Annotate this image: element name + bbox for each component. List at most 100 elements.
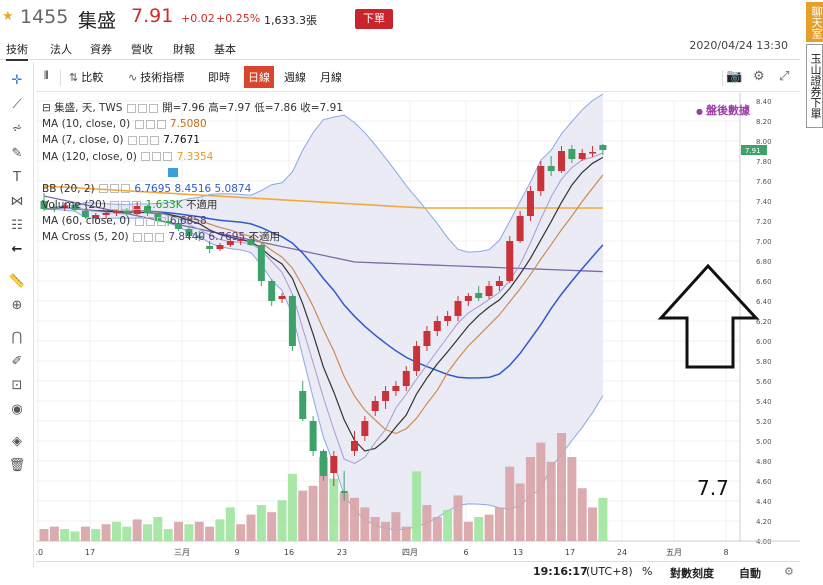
volume-bar xyxy=(422,505,432,541)
tab-revenue[interactable]: 營收 xyxy=(131,41,153,57)
legend-ma60-settings-icon[interactable] xyxy=(145,216,155,226)
legend-volume-close-icon[interactable] xyxy=(132,200,142,210)
eye-icon[interactable]: ◉ xyxy=(8,401,26,419)
legend-bb-label: BB (20, 2) xyxy=(42,182,95,195)
lock-drawing-icon[interactable]: ✐ xyxy=(8,353,26,371)
layers-icon[interactable]: ◈ xyxy=(8,433,26,451)
tab-technical[interactable]: 技術 xyxy=(6,41,28,61)
y-tick-label: 4.40 xyxy=(756,498,772,506)
broker-order-button[interactable]: 玉山證券下單 xyxy=(806,44,823,128)
legend-ma120-settings-icon[interactable] xyxy=(152,152,162,162)
pattern-icon[interactable]: ⋈ xyxy=(8,193,26,211)
legend-ma10-eye-icon[interactable] xyxy=(134,119,144,129)
magnet-icon[interactable]: ⋂ xyxy=(8,329,26,347)
text-tool-icon[interactable]: T xyxy=(8,169,26,187)
legend-ma120-eye-icon[interactable] xyxy=(141,152,151,162)
volume-bar xyxy=(381,521,391,541)
after-hours-badge[interactable]: 盤後數據 xyxy=(696,102,750,118)
camera-icon[interactable]: 📷 xyxy=(726,69,742,84)
volume-bar xyxy=(122,526,132,541)
legend-ma120-close-icon[interactable] xyxy=(163,152,173,162)
legend-ma120: MA (120, close, 0) 7.3354 xyxy=(42,149,343,165)
legend-volume-eye-icon[interactable] xyxy=(110,200,120,210)
interval-weekly[interactable]: 週線 xyxy=(284,69,306,85)
price-chart[interactable]: 8.40 8.20 8.00 7.80 7.60 7.40 7.20 7.00 6.80 6.60… xyxy=(36,93,800,567)
y-tick-label: 4.20 xyxy=(756,518,772,526)
quote-header: ★ 1455 集盛 7.91 +0.02 +0.25% 1,633.3張 下單 xyxy=(0,0,800,38)
prediction-icon[interactable]: ☷ xyxy=(8,217,26,235)
x-tick-label: 6 xyxy=(463,548,468,557)
legend-hidden-row xyxy=(42,165,343,181)
trendline-icon[interactable]: ⟋ xyxy=(8,96,26,114)
legend-macross-settings-icon[interactable] xyxy=(143,232,153,242)
y-tick-label: 5.00 xyxy=(756,438,772,446)
tab-institutional[interactable]: 法人 xyxy=(50,41,72,57)
legend-macross-eye-icon[interactable] xyxy=(132,232,142,242)
compare-icon: ⇅ xyxy=(69,71,79,84)
volume-bar xyxy=(101,524,111,541)
favorite-star-icon[interactable]: ★ xyxy=(2,9,14,24)
volume-bar xyxy=(598,497,608,541)
interval-daily[interactable]: 日線 xyxy=(244,66,274,88)
interval-intraday[interactable]: 即時 xyxy=(208,69,230,85)
percent-scale-toggle[interactable]: % xyxy=(642,565,652,578)
volume-bar xyxy=(132,519,142,541)
volume-bar xyxy=(494,507,504,541)
volume-bar xyxy=(412,471,422,541)
volume-bar xyxy=(236,524,246,541)
toolbar-divider xyxy=(60,70,61,86)
volume-bar xyxy=(577,488,587,541)
auto-scale-toggle[interactable]: 自動 xyxy=(739,565,761,581)
chatroom-button[interactable]: 聊天室 xyxy=(806,2,823,42)
legend-ma7-settings-icon[interactable] xyxy=(138,135,148,145)
legend-close-icon[interactable] xyxy=(148,103,158,113)
back-arrow-icon[interactable]: ← xyxy=(8,241,26,259)
tab-financials[interactable]: 財報 xyxy=(173,41,195,57)
y-tick-label: 5.60 xyxy=(756,378,772,386)
tab-basic[interactable]: 基本 xyxy=(214,41,236,57)
fullscreen-icon[interactable]: ⤢ xyxy=(779,69,789,84)
indicators-button[interactable]: ∿ 技術指標 xyxy=(128,69,184,85)
legend-bb-eye-icon[interactable] xyxy=(99,184,108,194)
legend-ma60-close-icon[interactable] xyxy=(156,216,166,226)
volume-bar xyxy=(453,495,463,541)
stock-name: 集盛 xyxy=(78,10,117,32)
legend-hidden-eye-icon[interactable] xyxy=(168,168,178,178)
legend-ma10-close-icon[interactable] xyxy=(156,119,166,129)
legend-ma10-settings-icon[interactable] xyxy=(145,119,155,129)
settings-gear-icon[interactable]: ⚙ xyxy=(753,69,765,84)
crosshair-icon[interactable]: ✛ xyxy=(8,72,26,90)
legend-bb-settings-icon[interactable] xyxy=(110,184,119,194)
legend-volume-na: 不適用 xyxy=(185,199,218,212)
log-scale-toggle[interactable]: 對數刻度 xyxy=(670,565,714,581)
status-settings-icon[interactable]: ⚙ xyxy=(784,565,794,578)
candle-body xyxy=(392,386,400,391)
compare-button[interactable]: ⇅ 比較 xyxy=(69,69,103,85)
legend-toggle-icon[interactable]: ⊟ xyxy=(42,102,51,114)
unlock-icon[interactable]: ⊡ xyxy=(8,377,26,395)
legend-settings-icon[interactable] xyxy=(137,103,147,113)
trash-icon[interactable]: 🗑 xyxy=(8,457,26,475)
brush-icon[interactable]: ✎ xyxy=(8,145,26,163)
legend-ma60-eye-icon[interactable] xyxy=(134,216,144,226)
legend-bb-close-icon[interactable] xyxy=(121,184,130,194)
zoom-in-icon[interactable]: ⊕ xyxy=(8,297,26,315)
legend-ma7-eye-icon[interactable] xyxy=(127,135,137,145)
volume-bar xyxy=(505,466,515,541)
fib-tool-icon[interactable]: ⩫ xyxy=(8,120,26,138)
order-button[interactable]: 下單 xyxy=(355,9,393,29)
candle-body xyxy=(547,166,555,171)
candle-body xyxy=(444,316,452,321)
legend-eye-icon[interactable] xyxy=(126,103,136,113)
candle-body xyxy=(423,331,431,346)
interval-monthly[interactable]: 月線 xyxy=(320,69,342,85)
legend-macross-close-icon[interactable] xyxy=(154,232,164,242)
chart-style-icon[interactable]: ⫴ xyxy=(44,69,49,83)
ruler-icon[interactable]: 📏 xyxy=(8,273,26,291)
tab-margin[interactable]: 資券 xyxy=(90,41,112,57)
candle-body xyxy=(537,166,545,191)
candle-body xyxy=(516,216,524,241)
legend-ma7-close-icon[interactable] xyxy=(149,135,159,145)
legend-volume-settings-icon[interactable] xyxy=(121,200,131,210)
timezone[interactable]: (UTC+8) xyxy=(586,565,633,578)
